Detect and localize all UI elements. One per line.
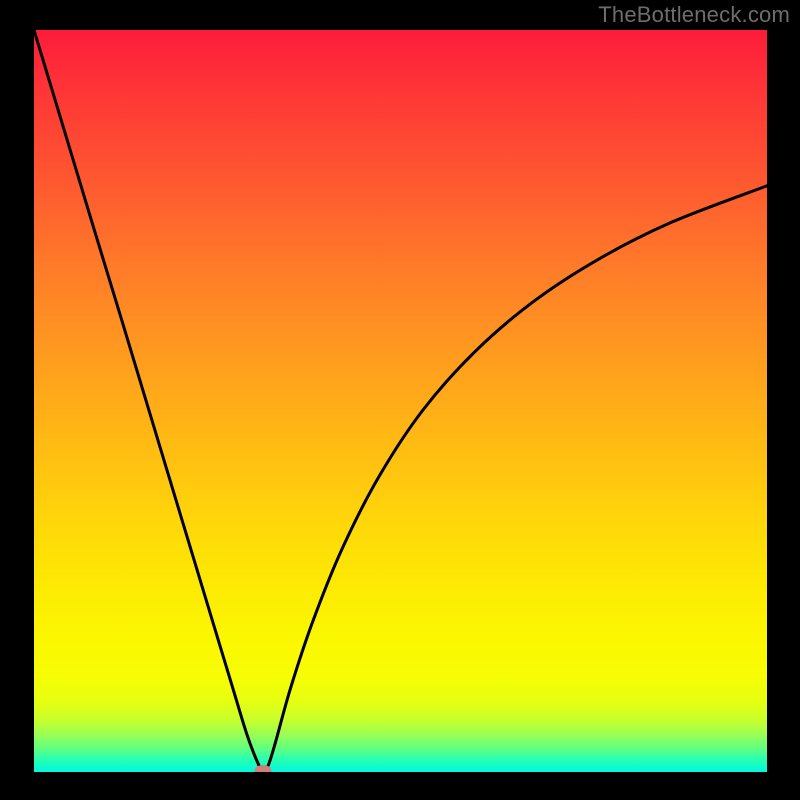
- watermark-text: TheBottleneck.com: [598, 2, 790, 28]
- optimal-point-marker: [255, 765, 272, 772]
- plot-area: [34, 30, 767, 772]
- bottleneck-curve: [34, 30, 767, 772]
- chart-frame: TheBottleneck.com: [0, 0, 800, 800]
